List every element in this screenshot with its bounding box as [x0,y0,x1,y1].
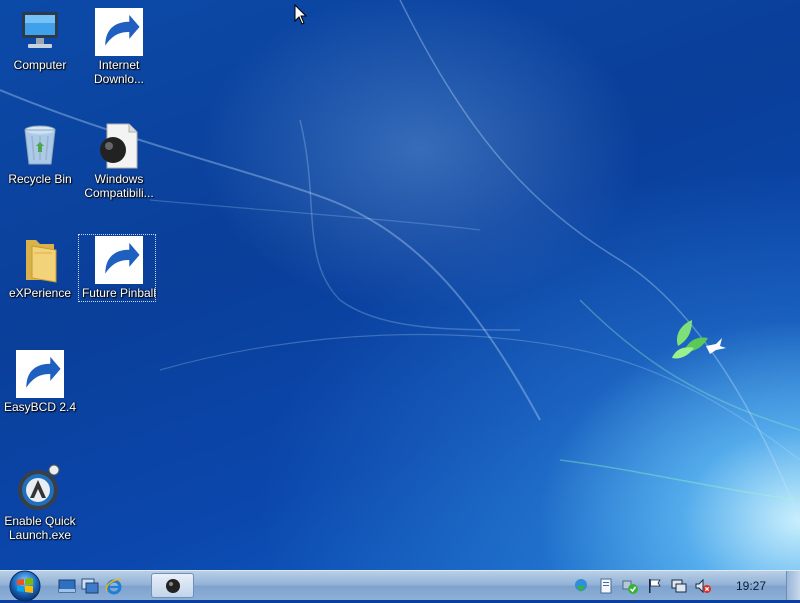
network-icon[interactable] [671,578,687,594]
desktop-icon-label: Internet Downlo... [93,58,145,86]
folder-icon [16,236,64,284]
taskbar-clock[interactable]: 19:27 [728,579,774,593]
computer-icon [16,8,64,56]
desktop-icon-internet-download-manager[interactable]: Internet Downlo... [80,8,158,86]
taskbar: 19:27 [0,569,800,603]
easybcd-icon [16,350,64,398]
show-desktop-button[interactable] [786,571,800,600]
taskbar-button-future-pinball[interactable] [151,573,194,598]
desktop-icon-future-pinball[interactable]: Future Pinball [78,234,158,302]
desktop-icon-experience-folder[interactable]: eXPerience [1,236,79,300]
mouse-pointer-icon [294,4,308,25]
desktop-icon-windows-compatibility[interactable]: Windows Compatibili... [80,122,158,200]
desktop-icon-label: Windows Compatibili... [84,172,154,200]
desktop-icon-label: eXPerience [8,286,72,300]
recycle-bin-icon [16,122,64,170]
shortcut-arrow-icon [95,236,143,284]
desktop[interactable]: Computer Internet Downlo... Recycle Bin … [0,0,800,570]
desktop-icon-enable-quick-launch[interactable]: Enable Quick Launch.exe [1,464,79,542]
wallpaper-bird [706,338,726,354]
desktop-icon-label: Computer [13,58,67,72]
shortcut-arrow-icon [16,350,64,398]
switch-windows-icon[interactable] [81,577,99,595]
volume-muted-icon[interactable] [695,578,711,594]
quick-launch-exe-icon [16,464,64,512]
document-tray-icon[interactable] [598,578,614,594]
start-button[interactable] [4,569,46,603]
desktop-icon-recycle-bin[interactable]: Recycle Bin [1,122,79,186]
action-center-flag-icon[interactable] [647,578,663,594]
internet-download-manager-icon [95,8,143,56]
desktop-icon-label: EasyBCD 2.4 [3,400,77,414]
desktop-icon-computer[interactable]: Computer [1,8,79,72]
windows-compatibility-icon [95,122,143,170]
wallpaper-leaves [672,320,708,359]
future-pinball-icon [166,579,180,593]
desktop-icon-label: Future Pinball [81,286,157,300]
future-pinball-icon [95,236,143,284]
show-desktop-icon[interactable] [58,577,76,595]
desktop-icon-label: Enable Quick Launch.exe [4,514,76,542]
desktop-icon-label: Recycle Bin [8,172,72,186]
security-check-icon[interactable] [622,578,638,594]
desktop-icon-easybcd[interactable]: EasyBCD 2.4 [1,350,79,414]
download-manager-tray-icon[interactable] [573,578,589,594]
shortcut-arrow-icon [95,8,143,56]
internet-explorer-icon[interactable] [105,577,123,595]
